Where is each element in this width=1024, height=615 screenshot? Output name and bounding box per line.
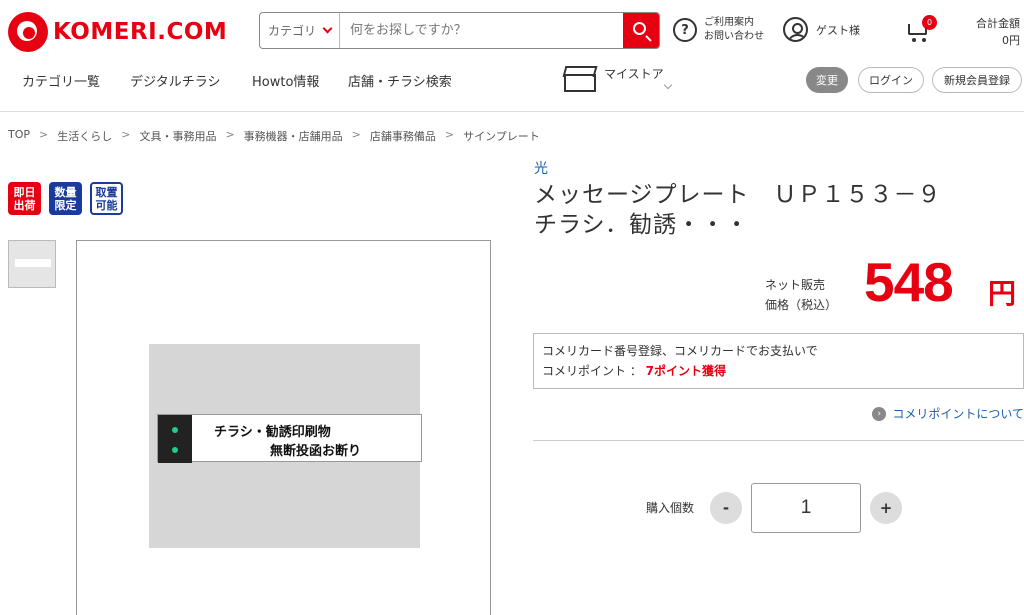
product-main-image[interactable]: チラシ・勧誘印刷物 無断投函お断り	[76, 240, 491, 615]
points-prefix: コメリポイント ：	[542, 364, 646, 378]
cart-total: 合計金額 0円	[976, 15, 1020, 49]
badge-limited-quantity: 数量 限定	[49, 182, 82, 215]
product-badges: 即日 出荷 数量 限定 取置 可能	[8, 182, 131, 215]
badge-reservation-available: 取置 可能	[90, 182, 123, 215]
question-icon: ?	[673, 18, 697, 42]
search-bar: カテゴリ	[259, 12, 660, 49]
chevron-right-icon: >	[39, 128, 49, 141]
message-plate: チラシ・勧誘印刷物 無断投函お断り	[157, 414, 422, 463]
total-label: 合計金額	[976, 17, 1020, 30]
register-button[interactable]: 新規会員登録	[932, 67, 1022, 93]
search-input[interactable]	[340, 13, 623, 48]
breadcrumb: TOP > 生活くらし > 文具・事務用品 > 事務機器・店舗用品 > 店舗事務…	[8, 128, 540, 144]
cart-count-badge: 0	[922, 15, 937, 30]
product-brand[interactable]: 光	[534, 158, 548, 178]
points-line1: コメリカード番号登録、コメリカードでお支払いで	[542, 344, 818, 358]
badge-line: 取置	[95, 185, 118, 199]
guest-label: ゲスト様	[816, 23, 860, 37]
quantity-label: 購入個数	[646, 501, 695, 515]
chevron-right-circle-icon: ›	[872, 406, 887, 421]
badge-line: 出荷	[13, 198, 36, 212]
nav-howto[interactable]: Howto情報	[252, 71, 319, 90]
rooster-logo-icon	[8, 12, 48, 52]
help-text: ご利用案内 お問い合わせ	[704, 16, 764, 44]
quantity-increment-button[interactable]: +	[870, 492, 902, 524]
points-link-text: コメリポイントについて	[892, 407, 1024, 421]
badge-same-day-shipping: 即日 出荷	[8, 182, 41, 215]
points-info-box: コメリカード番号登録、コメリカードでお支払いで コメリポイント ： 7ポイント獲…	[533, 333, 1024, 389]
breadcrumb-item[interactable]: TOP	[8, 128, 30, 144]
plate-text-line1: チラシ・勧誘印刷物	[214, 425, 331, 440]
plate-packaging	[158, 415, 192, 463]
nav-store-search[interactable]: 店舗・チラシ検索	[348, 71, 452, 90]
mystore-link[interactable]: マイストア	[562, 64, 664, 92]
breadcrumb-item[interactable]: 店舗事務備品	[370, 128, 436, 144]
product-thumbnail[interactable]	[8, 240, 56, 288]
help-line2: お問い合わせ	[704, 31, 764, 42]
breadcrumb-item-current: サインプレート	[463, 130, 540, 143]
product-title: メッセージプレート ＵＰ１５３－９ チラシ．勧誘・・・	[534, 180, 1014, 240]
search-icon	[633, 22, 646, 35]
plate-dot	[172, 447, 178, 453]
breadcrumb-item[interactable]: 事務機器・店舗用品	[244, 128, 343, 144]
badge-line: 限定	[54, 198, 77, 212]
help-line1: ご利用案内	[704, 17, 754, 28]
product-title-line2: チラシ．勧誘・・・	[534, 212, 750, 238]
points-line2: コメリポイント ： 7ポイント獲得	[542, 361, 1015, 381]
breadcrumb-item[interactable]: 文具・事務用品	[139, 128, 216, 144]
komeri-logo[interactable]: KOMERI.COM	[8, 12, 227, 52]
nav-category-list[interactable]: カテゴリ一覧	[22, 71, 100, 90]
cart-wheel	[912, 38, 916, 42]
help-link[interactable]: ? ご利用案内 お問い合わせ	[673, 16, 764, 44]
breadcrumb-item[interactable]: 生活くらし	[57, 128, 112, 144]
nav-digital-flyer[interactable]: デジタルチラシ	[130, 71, 220, 90]
logo-text: KOMERI.COM	[53, 19, 228, 45]
search-category-label: カテゴリ	[268, 24, 317, 38]
thumbnail-plate	[15, 259, 51, 267]
price-currency: 円	[988, 277, 1017, 310]
total-value: 0円	[1002, 34, 1020, 47]
points-about-link[interactable]: › コメリポイントについて	[872, 405, 1024, 422]
chevron-down-icon	[322, 23, 333, 34]
badge-line: 数量	[54, 185, 77, 199]
plate-dot	[172, 427, 178, 433]
badge-line: 可能	[95, 198, 118, 212]
login-button[interactable]: ログイン	[858, 67, 924, 93]
cart-wheel	[922, 38, 926, 42]
mystore-label: マイストア	[604, 66, 664, 81]
product-title-line1: メッセージプレート ＵＰ１５３－９	[534, 182, 942, 208]
search-category-select[interactable]: カテゴリ	[260, 13, 340, 48]
store-icon	[562, 64, 596, 92]
chevron-right-icon: >	[444, 128, 455, 141]
account-link[interactable]: ゲスト様	[783, 17, 860, 42]
quantity-decrement-button[interactable]: -	[710, 492, 742, 524]
quantity-input[interactable]	[751, 483, 861, 533]
chevron-right-icon: >	[225, 128, 235, 141]
change-store-button[interactable]: 変更	[806, 67, 848, 93]
plate-text-line2: 無断投函お断り	[270, 444, 362, 459]
header: KOMERI.COM カテゴリ ? ご利用案内 お問い合わせ ゲスト様 0 合計…	[0, 0, 1024, 62]
user-icon	[783, 17, 808, 42]
badge-line: 即日	[13, 185, 36, 199]
divider	[533, 440, 1024, 441]
price-label: ネット販売 価格（税込）	[765, 275, 837, 315]
product-photo: チラシ・勧誘印刷物 無断投函お断り	[149, 344, 422, 548]
product-price: 548	[864, 251, 954, 313]
price-label-line1: ネット販売	[765, 278, 826, 292]
points-value: 7ポイント獲得	[645, 364, 726, 378]
price-label-line2: 価格（税込）	[765, 298, 838, 312]
chevron-right-icon: >	[351, 128, 361, 141]
search-button[interactable]	[623, 13, 659, 48]
chevron-right-icon: >	[121, 128, 131, 141]
